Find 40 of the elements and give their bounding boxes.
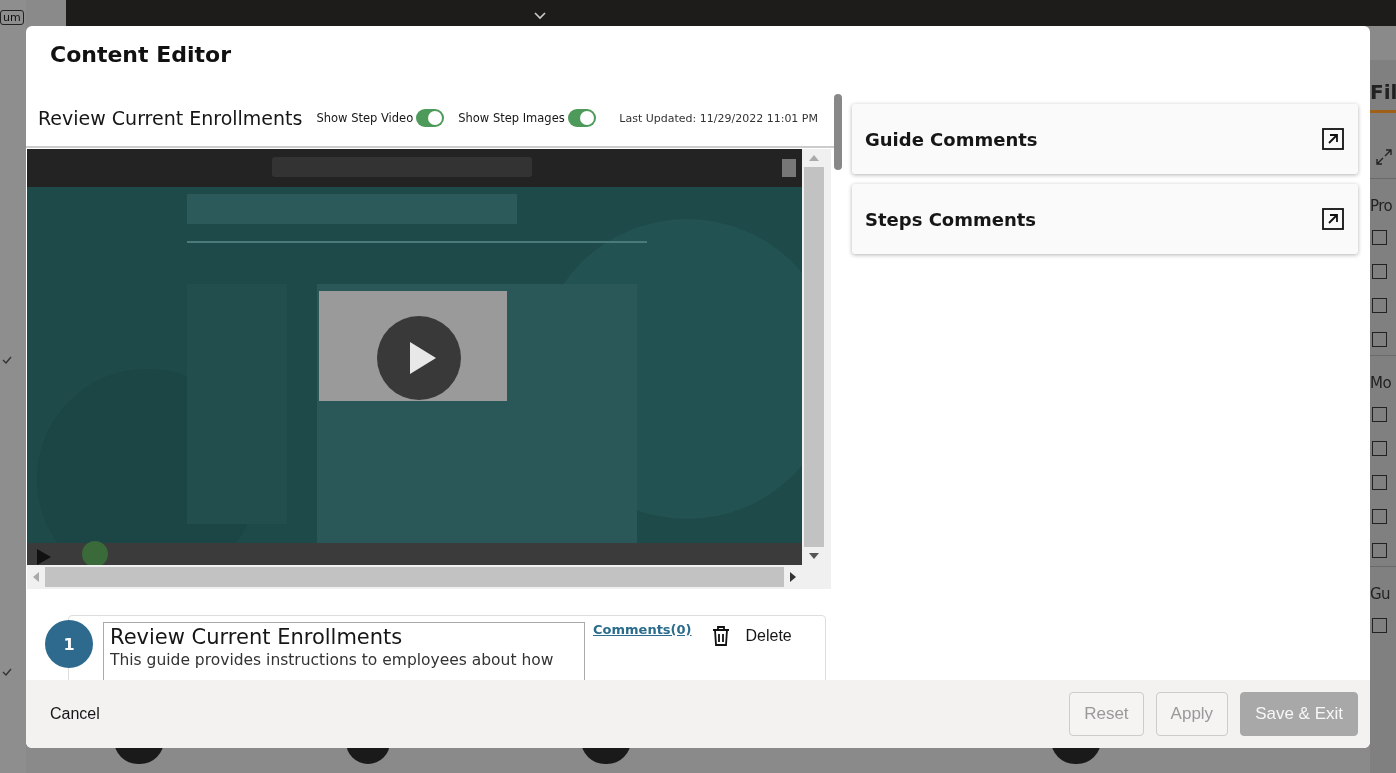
open-external-icon[interactable] [1322, 128, 1344, 150]
scrollbar-thumb[interactable] [834, 94, 842, 170]
open-external-icon[interactable] [1322, 208, 1344, 230]
comments-link[interactable]: Comments(0) [593, 622, 692, 637]
checkbox[interactable] [1372, 407, 1387, 422]
play-icon [408, 342, 436, 374]
guide-title: Review Current Enrollments [38, 107, 303, 129]
dialog-title: Content Editor [49, 41, 232, 69]
checkbox[interactable] [1372, 509, 1387, 524]
expand-icon [1375, 148, 1393, 166]
last-updated-text: Last Updated: 11/29/2022 11:01 PM [619, 111, 819, 125]
check-icon [2, 356, 12, 364]
delete-button[interactable]: Delete [709, 622, 794, 650]
step-number: 1 [45, 620, 93, 668]
checkbox[interactable] [1372, 441, 1387, 456]
chevron-down-icon [534, 12, 546, 20]
step-title: Review Current Enrollments [110, 625, 404, 649]
checkbox[interactable] [1372, 264, 1387, 279]
scroll-right-icon[interactable] [790, 572, 796, 582]
panel-title: Guide Comments [865, 128, 1038, 150]
check-icon [2, 668, 12, 676]
checkbox[interactable] [1372, 298, 1387, 313]
panel-title: Steps Comments [865, 208, 1037, 230]
cancel-button[interactable]: Cancel [50, 701, 100, 727]
section-heading: Mo [1370, 374, 1393, 394]
step-description: This guide provides instructions to employees about how [110, 651, 555, 669]
trash-icon [711, 626, 730, 646]
status-badge: um [0, 10, 24, 25]
section-heading: Gu [1370, 585, 1392, 605]
scroll-down-icon[interactable] [809, 553, 819, 559]
section-heading: Pro [1370, 197, 1394, 217]
toggle-switch[interactable] [416, 109, 445, 127]
checkbox[interactable] [1372, 543, 1387, 558]
toggle-label: Show Step Images [458, 111, 565, 125]
toggle-switch[interactable] [567, 109, 596, 127]
toggle-label: Show Step Video [316, 111, 414, 125]
checkbox[interactable] [1372, 618, 1387, 633]
checkbox[interactable] [1372, 230, 1387, 245]
checkbox[interactable] [1372, 475, 1387, 490]
checkbox[interactable] [1372, 332, 1387, 347]
